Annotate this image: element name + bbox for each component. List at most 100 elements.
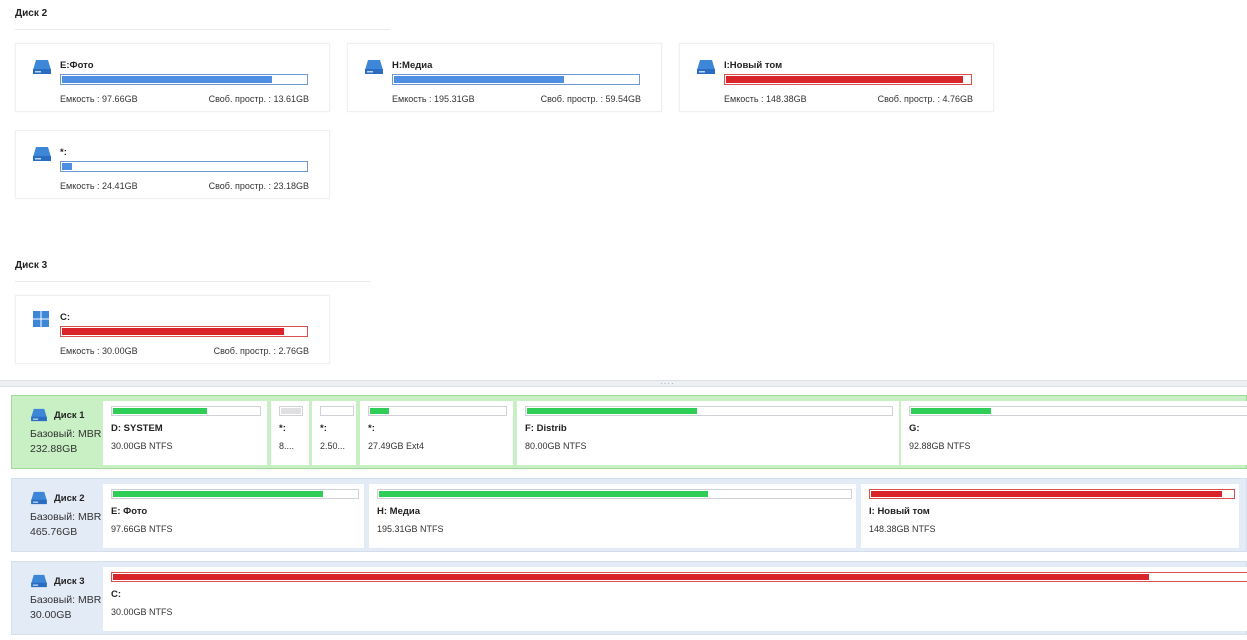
partition-unallocated-1[interactable]: *: 8.... <box>271 401 309 465</box>
partition-info: 2.50... <box>320 441 346 451</box>
usage-bar-fill <box>113 408 208 414</box>
partition-ext4[interactable]: *: 27.49GB Ext4 <box>360 401 513 465</box>
drive-icon <box>364 59 384 78</box>
capacity-text: Емкость : 30.00GB <box>60 346 138 356</box>
volume-card-h[interactable]: H:Медиа Емкость : 195.31GB Своб. простр.… <box>347 43 662 112</box>
drive-icon <box>32 146 52 165</box>
partition-name: *: <box>279 423 286 434</box>
partition-usage-bar <box>377 489 852 499</box>
partition-info: 30.00GB NTFS <box>111 607 173 617</box>
volume-name: E:Фото <box>60 60 94 71</box>
usage-bar-fill <box>871 491 1223 497</box>
partition-info: 8.... <box>279 441 295 451</box>
disk-row-1[interactable]: Диск 1 Базовый: MBR 232.88GB D: SYSTEM 3… <box>11 395 1247 469</box>
capacity-text: Емкость : 97.66GB <box>60 94 138 104</box>
usage-bar <box>60 161 308 172</box>
usage-bar-fill <box>62 76 272 83</box>
partition-e-foto[interactable]: E: Фото 97.66GB NTFS <box>103 484 364 548</box>
partition-i-new-volume[interactable]: I: Новый том 148.38GB NTFS <box>861 484 1239 548</box>
usage-bar-fill <box>527 408 698 414</box>
partition-name: F: Distrib <box>525 423 567 434</box>
disk-size: 232.88GB <box>30 443 78 455</box>
partition-name: *: <box>320 423 327 434</box>
partition-f-distrib[interactable]: F: Distrib 80.00GB NTFS <box>517 401 899 465</box>
usage-bar-fill <box>113 491 323 497</box>
disk-type: Базовый: MBR <box>30 428 102 440</box>
partition-usage-bar <box>111 572 1247 582</box>
volume-card-e[interactable]: E:Фото Емкость : 97.66GB Своб. простр. :… <box>15 43 330 112</box>
partition-info: 97.66GB NTFS <box>111 524 173 534</box>
partition-name: G: <box>909 423 920 434</box>
drive-icon <box>696 59 716 78</box>
usage-bar-fill <box>62 328 284 335</box>
free-space-text: Своб. простр. : 2.76GB <box>213 346 309 356</box>
free-space-text: Своб. простр. : 4.76GB <box>877 94 973 104</box>
volume-name: I:Новый том <box>724 60 783 71</box>
volume-card-i[interactable]: I:Новый том Емкость : 148.38GB Своб. про… <box>679 43 994 112</box>
volume-card-c[interactable]: C: Емкость : 30.00GB Своб. простр. : 2.7… <box>15 295 330 364</box>
partition-name: D: SYSTEM <box>111 423 163 434</box>
free-space-text: Своб. простр. : 13.61GB <box>208 94 309 104</box>
disk-size: 30.00GB <box>30 609 72 621</box>
partition-name: *: <box>368 423 375 434</box>
volume-name: H:Медиа <box>392 60 433 71</box>
panel-splitter[interactable]: ···· <box>0 379 1247 388</box>
volume-card-unlabeled[interactable]: *: Емкость : 24.41GB Своб. простр. : 23.… <box>15 130 330 199</box>
partition-usage-bar <box>525 406 893 416</box>
usage-bar-fill <box>394 76 565 83</box>
disk-label: Диск 1 <box>54 410 85 421</box>
usage-bar-fill <box>281 408 301 414</box>
windows-icon <box>32 310 50 331</box>
disk-label: Диск 2 <box>54 493 85 504</box>
divider <box>15 29 390 30</box>
disk-row-3[interactable]: Диск 3 Базовый: MBR 30.00GB C: 30.00GB N… <box>11 561 1247 635</box>
partition-info: 92.88GB NTFS <box>909 441 971 451</box>
disk-size: 465.76GB <box>30 526 78 538</box>
partition-name: C: <box>111 589 122 600</box>
usage-bar-fill <box>370 408 389 414</box>
partition-name: E: Фото <box>111 506 148 517</box>
partition-usage-bar <box>279 406 303 416</box>
drive-icon <box>30 574 48 591</box>
drive-icon <box>32 59 52 78</box>
volume-name: *: <box>60 147 67 158</box>
disk3-header: Диск 3 <box>15 260 48 271</box>
capacity-text: Емкость : 195.31GB <box>392 94 475 104</box>
partition-usage-bar <box>869 489 1235 499</box>
disk-row-2[interactable]: Диск 2 Базовый: MBR 465.76GB E: Фото 97.… <box>11 478 1247 552</box>
divider <box>15 281 370 282</box>
capacity-text: Емкость : 148.38GB <box>724 94 807 104</box>
free-space-text: Своб. простр. : 59.54GB <box>540 94 641 104</box>
partition-unallocated-2[interactable]: *: 2.50... <box>312 401 356 465</box>
drive-icon <box>30 408 48 425</box>
partition-info: 27.49GB Ext4 <box>368 441 425 451</box>
usage-bar-fill <box>62 163 73 170</box>
free-space-text: Своб. простр. : 23.18GB <box>208 181 309 191</box>
partition-g[interactable]: G: 92.88GB NTFS <box>901 401 1247 465</box>
partition-c[interactable]: C: 30.00GB NTFS <box>103 567 1247 631</box>
drive-icon <box>30 491 48 508</box>
volume-name: C: <box>60 312 71 323</box>
usage-bar-fill <box>379 491 709 497</box>
capacity-text: Емкость : 24.41GB <box>60 181 138 191</box>
partition-name: I: Новый том <box>869 506 930 517</box>
grip-icon: ···· <box>660 379 675 388</box>
disk-label: Диск 3 <box>54 576 85 587</box>
usage-bar-fill <box>113 574 1150 580</box>
partition-usage-bar <box>111 406 261 416</box>
usage-bar-fill <box>911 408 992 414</box>
partition-usage-bar <box>909 406 1247 416</box>
usage-bar <box>724 74 972 85</box>
partition-info: 80.00GB NTFS <box>525 441 587 451</box>
partition-d-system[interactable]: D: SYSTEM 30.00GB NTFS <box>103 401 267 465</box>
disk-type: Базовый: MBR <box>30 594 102 606</box>
partition-usage-bar <box>111 489 359 499</box>
partition-name: H: Медиа <box>377 506 421 517</box>
partition-info: 30.00GB NTFS <box>111 441 173 451</box>
usage-bar <box>60 74 308 85</box>
usage-bar-fill <box>726 76 963 83</box>
partition-info: 195.31GB NTFS <box>377 524 444 534</box>
partition-usage-bar <box>320 406 354 416</box>
partition-h-media[interactable]: H: Медиа 195.31GB NTFS <box>369 484 856 548</box>
usage-bar <box>392 74 640 85</box>
